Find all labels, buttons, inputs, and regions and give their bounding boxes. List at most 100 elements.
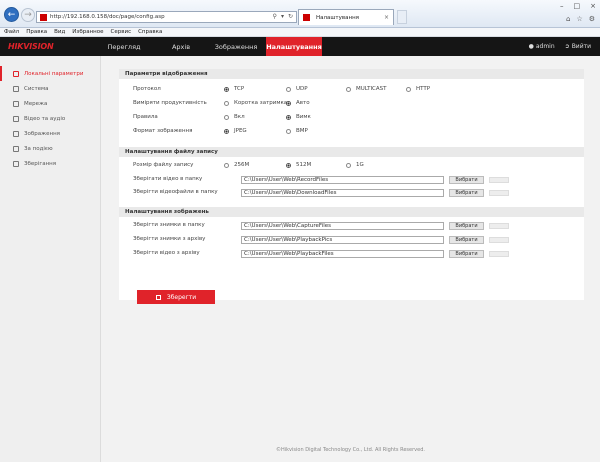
protocol-udp-radio[interactable]: UDP xyxy=(286,86,308,92)
radio-icon xyxy=(286,128,291,134)
protocol-multicast-radio[interactable]: MULTICAST xyxy=(346,86,387,92)
save-video-browse-button[interactable]: Вибрати xyxy=(449,176,484,184)
archive-video-browse-button[interactable]: Вибрати xyxy=(449,250,484,258)
back-arrow-icon[interactable]: ← xyxy=(4,7,19,22)
minimize-icon[interactable]: – xyxy=(560,2,564,10)
sidebar-item-video-audio[interactable]: Відео та аудіо xyxy=(0,111,100,126)
performance-auto-radio[interactable]: Авто xyxy=(286,100,310,106)
home-icon[interactable]: ⌂ xyxy=(566,15,570,23)
rules-on-radio[interactable]: Вкл xyxy=(224,114,245,120)
save-downloads-path-input[interactable]: C:\Users\User\Web\DownloadFiles xyxy=(241,189,444,197)
tab-title: Налаштування xyxy=(316,14,359,21)
user-area: ● admin ➲ Вийти xyxy=(529,37,591,56)
radio-selected-icon xyxy=(224,128,229,134)
radio-icon xyxy=(224,114,229,120)
settings-gear-icon[interactable]: ⚙ xyxy=(589,15,595,23)
close-window-icon[interactable]: × xyxy=(590,2,596,10)
save-disk-icon xyxy=(155,294,161,300)
menu-tools[interactable]: Сервис xyxy=(111,29,132,35)
archive-video-open-button[interactable] xyxy=(489,251,509,257)
browser-menu-bar: Файл Правка Вид Избранное Сервис Справка xyxy=(0,28,600,37)
radio-icon xyxy=(346,86,351,92)
user-menu[interactable]: ● admin xyxy=(529,43,555,50)
radio-icon xyxy=(406,86,411,92)
protocol-tcp-radio[interactable]: TCP xyxy=(224,86,244,92)
menu-view[interactable]: Вид xyxy=(54,29,65,35)
logout-icon: ➲ xyxy=(564,43,570,50)
nav-preview[interactable]: Перегляд xyxy=(102,37,146,56)
sidebar-item-image[interactable]: Зображення xyxy=(0,126,100,141)
system-icon xyxy=(13,85,19,92)
protocol-http-radio[interactable]: HTTP xyxy=(406,86,430,92)
archive-pics-browse-button[interactable]: Вибрати xyxy=(449,236,484,244)
performance-label: Виміряти продуктивність xyxy=(133,100,207,106)
forward-arrow-icon[interactable]: → xyxy=(21,8,35,22)
radio-icon xyxy=(286,86,291,92)
format-jpeg-radio[interactable]: JPEG xyxy=(224,128,247,134)
tab-close-icon[interactable]: × xyxy=(384,14,389,21)
save-downloads-label: Зберігти відеофайли в папку xyxy=(133,189,218,195)
menu-file[interactable]: Файл xyxy=(4,29,19,35)
menu-favorites[interactable]: Избранное xyxy=(72,29,103,35)
rules-off-radio[interactable]: Вимк xyxy=(286,114,311,120)
snapshots-path-input[interactable]: C:\Users\User\Web\CaptureFiles xyxy=(241,222,444,230)
section-pictures-title: Налаштування зображень xyxy=(119,207,584,217)
image-icon xyxy=(13,130,19,137)
sidebar-item-system[interactable]: Система xyxy=(0,81,100,96)
snapshots-browse-button[interactable]: Вибрати xyxy=(449,222,484,230)
menu-help[interactable]: Справка xyxy=(138,29,162,35)
search-icon[interactable]: ⚲ xyxy=(273,13,277,20)
save-downloads-open-button[interactable] xyxy=(489,190,509,196)
menu-edit[interactable]: Правка xyxy=(26,29,47,35)
nav-settings[interactable]: Налаштування xyxy=(266,37,322,56)
save-video-open-button[interactable] xyxy=(489,177,509,183)
sidebar-item-event[interactable]: За подією xyxy=(0,141,100,156)
refresh-icon[interactable]: ↻ xyxy=(288,13,293,20)
video-icon xyxy=(13,115,19,122)
nav-archive[interactable]: Архів xyxy=(166,37,196,56)
snapshots-label: Зберігти знимки в папку xyxy=(133,222,205,228)
calendar-icon xyxy=(13,145,19,152)
snapshots-open-button[interactable] xyxy=(489,223,509,229)
record-size-512-radio[interactable]: 512M xyxy=(286,162,311,168)
radio-icon xyxy=(224,100,229,106)
address-text: http://192.168.0.158/doc/page/config.asp xyxy=(50,14,165,20)
browser-tab[interactable]: Налаштування × xyxy=(298,9,394,25)
globe-icon xyxy=(13,100,19,107)
save-downloads-browse-button[interactable]: Вибрати xyxy=(449,189,484,197)
logout-button[interactable]: ➲ Вийти xyxy=(565,43,591,50)
format-bmp-radio[interactable]: BMP xyxy=(286,128,308,134)
hikvision-logo: HIKVISION xyxy=(8,42,54,51)
maximize-icon[interactable]: □ xyxy=(574,2,581,10)
sidebar-item-local[interactable]: Локальні параметри xyxy=(0,66,100,81)
app-header: HIKVISION Перегляд Архів Зображення Нала… xyxy=(0,37,600,56)
tab-favicon-icon xyxy=(303,14,310,21)
format-label: Формат зображення xyxy=(133,128,193,134)
radio-selected-icon xyxy=(286,114,291,120)
save-button[interactable]: Зберегти xyxy=(137,290,215,304)
favorites-star-icon[interactable]: ☆ xyxy=(576,15,582,23)
radio-icon xyxy=(224,162,229,168)
new-tab-button[interactable] xyxy=(397,10,407,24)
dropdown-icon[interactable]: ▾ xyxy=(281,13,284,20)
sidebar-item-storage[interactable]: Зберігання xyxy=(0,156,100,171)
save-video-path-input[interactable]: C:\Users\User\Web\RecordFiles xyxy=(241,176,444,184)
record-size-1g-radio[interactable]: 1G xyxy=(346,162,364,168)
archive-pics-label: Зберігти знимки з архіву xyxy=(133,236,206,242)
archive-video-path-input[interactable]: C:\Users\User\Web\PlaybackFiles xyxy=(241,250,444,258)
storage-icon xyxy=(13,160,19,167)
rules-label: Правила xyxy=(133,114,158,120)
radio-selected-icon xyxy=(224,86,229,92)
user-icon: ● xyxy=(528,43,534,50)
settings-panel: Параметри відображення Протокол TCP UDP … xyxy=(119,69,584,304)
performance-low-latency-radio[interactable]: Коротка затримка xyxy=(224,100,287,106)
sidebar-item-network[interactable]: Мережа xyxy=(0,96,100,111)
nav-images[interactable]: Зображення xyxy=(214,37,258,56)
archive-pics-open-button[interactable] xyxy=(489,237,509,243)
record-size-label: Розмір файлу запису xyxy=(133,162,194,168)
address-bar[interactable]: http://192.168.0.158/doc/page/config.asp… xyxy=(36,11,297,23)
archive-pics-path-input[interactable]: C:\Users\User\Web\PlaybackPics xyxy=(241,236,444,244)
site-favicon-icon xyxy=(40,13,47,21)
record-size-256-radio[interactable]: 256M xyxy=(224,162,249,168)
section-display-title: Параметри відображення xyxy=(119,69,584,79)
